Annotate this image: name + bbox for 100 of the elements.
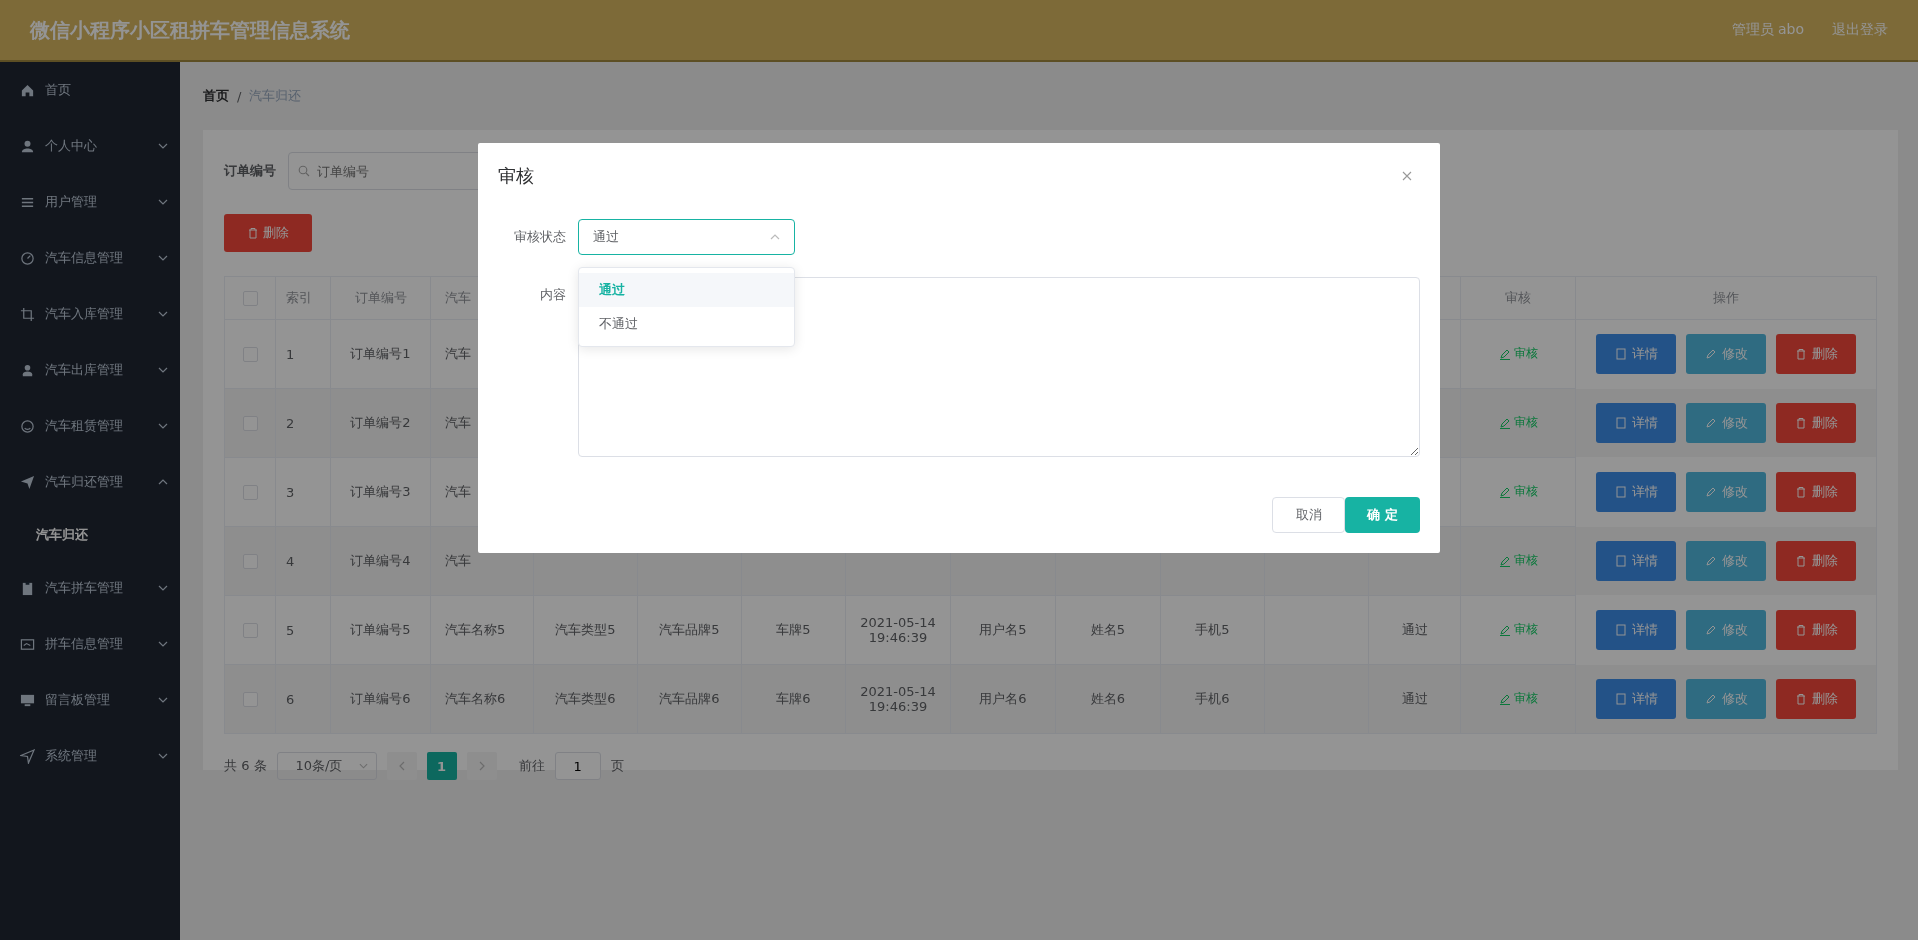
review-link[interactable]: 审核 — [1498, 690, 1538, 708]
goto-page-field[interactable]: 1 — [554, 752, 601, 780]
table-cell: 汽车名称6 — [445, 691, 506, 706]
table-cell: 手机6 — [1195, 691, 1230, 706]
table-cell: 订单编号3 — [350, 484, 411, 499]
sidebar-item[interactable]: 拼车信息管理 — [0, 616, 180, 672]
edit-button[interactable]: 修改 — [1686, 540, 1766, 581]
navigation-icon — [20, 748, 35, 764]
table-cell: 姓名6 — [1090, 691, 1126, 706]
search-label: 订单编号 — [224, 162, 276, 180]
page-size-select[interactable]: 10条/页 — [276, 752, 377, 780]
edit-icon — [1704, 348, 1717, 360]
edit-button[interactable]: 修改 — [1686, 402, 1766, 443]
edit-icon — [1704, 692, 1717, 705]
table-cell: 通过 — [1401, 622, 1428, 637]
chevron-icon — [358, 763, 368, 769]
trash-icon — [1794, 692, 1807, 705]
edit-icon — [1498, 554, 1511, 567]
breadcrumb-separator: / — [237, 88, 242, 104]
delete-button[interactable]: 删除 — [1776, 402, 1856, 443]
detail-button[interactable]: 详情 — [1596, 540, 1676, 581]
clipboard-icon — [20, 580, 35, 596]
sidebar-item[interactable]: 首页 — [0, 62, 180, 118]
breadcrumb-item[interactable]: 首页 — [203, 87, 229, 105]
sidebar-subitem[interactable]: 汽车归还 — [0, 510, 180, 560]
trash-icon — [1794, 348, 1807, 360]
column-header: 操作 — [1713, 290, 1739, 305]
table-cell: 汽车类型5 — [555, 622, 616, 637]
table-cell: 汽车品牌6 — [659, 691, 720, 706]
detail-button[interactable]: 详情 — [1596, 609, 1676, 650]
delete-button[interactable]: 删除 — [224, 214, 312, 252]
table-cell: 汽车 — [445, 415, 471, 430]
detail-button[interactable]: 详情 — [1596, 678, 1676, 719]
confirm-button[interactable]: 确 定 — [1345, 497, 1420, 533]
sidebar-item[interactable]: 汽车拼车管理 — [0, 560, 180, 616]
review-link[interactable]: 审核 — [1498, 414, 1538, 432]
edit-button[interactable]: 修改 — [1686, 609, 1766, 650]
cancel-button[interactable]: 取消 — [1272, 497, 1345, 533]
column-header: 订单编号 — [354, 290, 407, 305]
table-cell: 通过 — [1401, 691, 1428, 706]
table-cell: 姓名5 — [1090, 622, 1126, 637]
monitor-icon — [20, 692, 35, 708]
edit-button[interactable]: 修改 — [1686, 678, 1766, 719]
logout-link[interactable]: 退出登录 — [1832, 21, 1888, 39]
table-cell: 汽车名称5 — [445, 622, 506, 637]
review-link[interactable]: 审核 — [1498, 345, 1538, 363]
table-cell: 订单编号2 — [350, 415, 411, 430]
delete-button[interactable]: 删除 — [1776, 334, 1856, 374]
sidebar-item[interactable]: 汽车租赁管理 — [0, 398, 180, 454]
edit-icon — [1498, 692, 1511, 705]
trash-icon — [1794, 416, 1807, 429]
delete-button[interactable]: 删除 — [1776, 471, 1856, 512]
dropdown-option[interactable]: 通过 — [579, 273, 794, 307]
edit-icon — [1498, 623, 1511, 636]
table-cell: 汽车类型6 — [555, 691, 616, 706]
detail-button[interactable]: 详情 — [1596, 471, 1676, 512]
table-cell: 用户名5 — [979, 622, 1027, 637]
sidebar-item[interactable]: 用户管理 — [0, 174, 180, 230]
table-cell: 订单编号4 — [350, 553, 411, 568]
edit-icon — [1704, 623, 1717, 636]
delete-button[interactable]: 删除 — [1776, 678, 1856, 719]
table-cell: 2021-05-14 19:46:39 — [860, 684, 936, 714]
page-suffix: 页 — [610, 757, 624, 775]
search-icon — [298, 165, 310, 177]
sidebar-item[interactable]: 汽车入库管理 — [0, 286, 180, 342]
table-cell: 汽车 — [445, 553, 471, 568]
send-icon — [20, 474, 35, 490]
sidebar-item[interactable]: 汽车归还管理 — [0, 454, 180, 510]
document-icon — [1614, 623, 1627, 636]
review-link[interactable]: 审核 — [1498, 483, 1538, 501]
status-label: 审核状态 — [513, 228, 567, 246]
home-icon — [20, 82, 35, 98]
sidebar-item[interactable]: 汽车信息管理 — [0, 230, 180, 286]
dropdown-option[interactable]: 不通过 — [579, 307, 794, 341]
status-select[interactable]: 通过 — [578, 219, 795, 255]
page-number[interactable]: 1 — [426, 752, 457, 780]
table-cell: 4 — [286, 553, 295, 569]
total-count: 共 6 条 — [224, 757, 267, 775]
table-cell: 6 — [286, 691, 295, 707]
document-icon — [1614, 485, 1627, 498]
admin-name: 管理员 abo — [1731, 21, 1804, 39]
sidebar-item[interactable]: 系统管理 — [0, 728, 180, 784]
column-header: 审核 — [1505, 290, 1531, 305]
delete-button[interactable]: 删除 — [1776, 609, 1856, 650]
review-link[interactable]: 审核 — [1498, 621, 1538, 639]
detail-button[interactable]: 详情 — [1596, 402, 1676, 443]
user-icon — [20, 138, 35, 154]
delete-button[interactable]: 删除 — [1776, 540, 1856, 581]
close-icon[interactable] — [1402, 171, 1412, 181]
table-cell: 5 — [286, 622, 295, 638]
review-link[interactable]: 审核 — [1498, 552, 1538, 570]
edit-button[interactable]: 修改 — [1686, 471, 1766, 512]
edit-icon — [1704, 416, 1717, 429]
edit-button[interactable]: 修改 — [1686, 334, 1766, 374]
detail-button[interactable]: 详情 — [1596, 334, 1676, 374]
table-cell: 订单编号6 — [350, 691, 411, 706]
sidebar-item[interactable]: 个人中心 — [0, 118, 180, 174]
chevron-left-icon — [398, 761, 405, 771]
sidebar-item[interactable]: 汽车出库管理 — [0, 342, 180, 398]
sidebar-item[interactable]: 留言板管理 — [0, 672, 180, 728]
